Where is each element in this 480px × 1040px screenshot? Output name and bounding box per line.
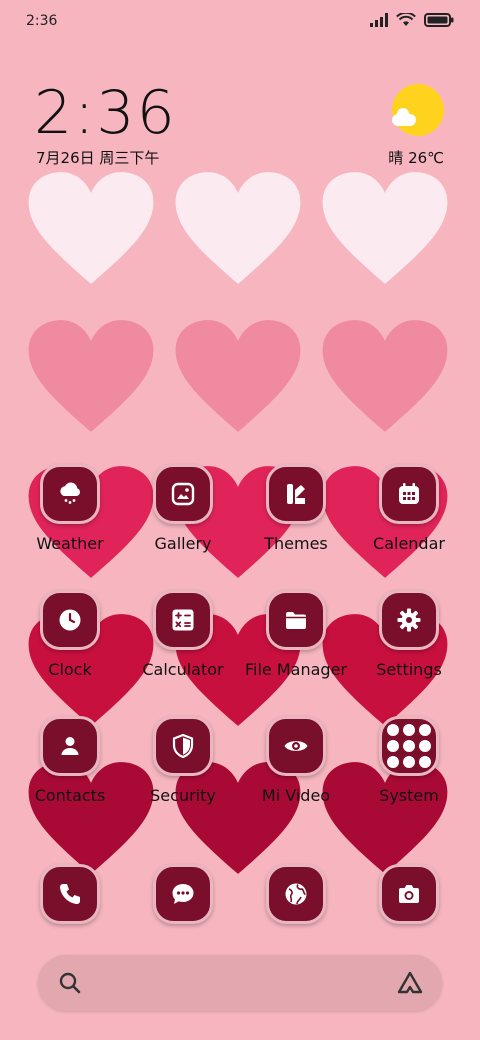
camera-icon	[379, 864, 439, 924]
search-icon[interactable]	[58, 971, 82, 999]
app-label: Clock	[48, 660, 92, 679]
app-mi-video[interactable]: Mi Video	[241, 716, 351, 816]
weather-widget[interactable]: 晴 26℃	[384, 84, 444, 167]
app-label: System	[379, 786, 439, 805]
person-icon	[40, 716, 100, 776]
clock-widget-time[interactable]: 2:36	[34, 78, 177, 148]
calculator-icon	[153, 590, 213, 650]
app-settings[interactable]: Settings	[354, 590, 464, 690]
white-heart-decoration	[320, 168, 450, 288]
app-label: File Manager	[245, 660, 347, 679]
app-security[interactable]: Security	[128, 716, 238, 816]
app-calculator[interactable]: Calculator	[128, 590, 238, 690]
dock-camera[interactable]	[354, 864, 464, 928]
status-time: 2:36	[26, 13, 58, 29]
app-contacts[interactable]: Contacts	[15, 716, 125, 816]
image-icon	[153, 464, 213, 524]
signal-icon	[370, 12, 388, 31]
white-heart-decoration	[26, 168, 156, 288]
message-icon	[153, 864, 213, 924]
app-label: Gallery	[154, 534, 212, 553]
app-clock[interactable]: Clock	[15, 590, 125, 690]
app-weather[interactable]: Weather	[15, 464, 125, 564]
app-label: Security	[150, 786, 216, 805]
app-themes[interactable]: Themes	[241, 464, 351, 564]
app-system-folder[interactable]: System	[354, 716, 464, 816]
weather-widget-text: 晴 26℃	[388, 149, 444, 167]
folder-icon	[266, 590, 326, 650]
app-file-manager[interactable]: File Manager	[241, 590, 351, 690]
shield-icon	[153, 716, 213, 776]
gear-icon	[379, 590, 439, 650]
dock-browser[interactable]	[241, 864, 351, 928]
app-label: Weather	[36, 534, 104, 553]
folder-grid-icon	[379, 716, 439, 776]
app-label: Mi Video	[261, 786, 331, 805]
status-bar: 2:36	[0, 0, 480, 44]
app-label: Calculator	[142, 660, 224, 679]
app-label: Contacts	[34, 786, 106, 805]
phone-icon	[40, 864, 100, 924]
search-bar[interactable]	[38, 955, 442, 1011]
cloud-rain-icon	[40, 464, 100, 524]
app-gallery[interactable]: Gallery	[128, 464, 238, 564]
wifi-icon	[396, 11, 416, 31]
pink-heart-decoration	[320, 316, 450, 436]
cloud-icon	[392, 108, 416, 126]
assistant-icon[interactable]	[396, 970, 424, 1000]
globe-icon	[266, 864, 326, 924]
calendar-icon	[379, 464, 439, 524]
dock-messages[interactable]	[128, 864, 238, 928]
app-label: Settings	[376, 660, 442, 679]
clock-widget-date: 7月26日 周三下午	[36, 149, 160, 167]
battery-icon	[424, 12, 454, 31]
eye-icon	[266, 716, 326, 776]
pink-heart-decoration	[173, 316, 303, 436]
white-heart-decoration	[173, 168, 303, 288]
app-calendar[interactable]: Calendar	[354, 464, 464, 564]
dock-phone[interactable]	[15, 864, 125, 928]
pink-heart-decoration	[26, 316, 156, 436]
clock-icon	[40, 590, 100, 650]
brush-icon	[266, 464, 326, 524]
app-label: Themes	[264, 534, 328, 553]
app-label: Calendar	[373, 534, 445, 553]
